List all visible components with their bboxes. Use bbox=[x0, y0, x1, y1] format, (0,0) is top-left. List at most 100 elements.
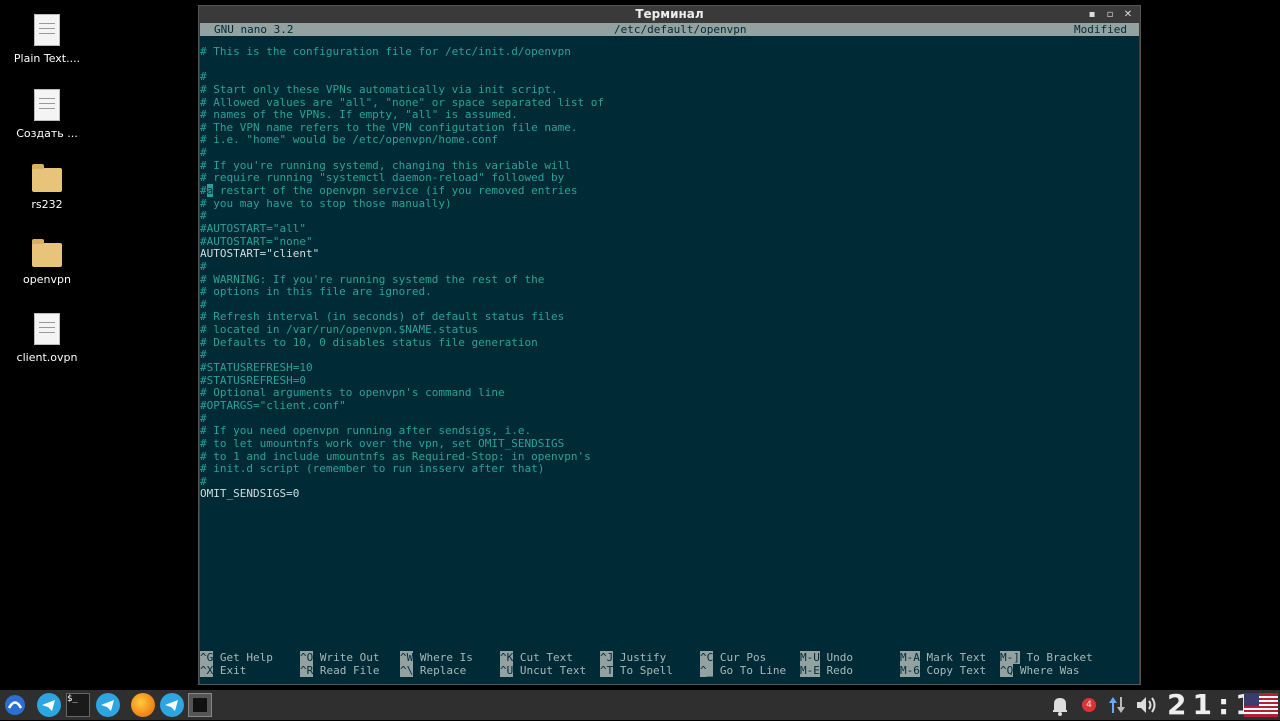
shortcut-label: Cut Text bbox=[519, 651, 573, 664]
shortcut-label: Mark Text bbox=[926, 651, 987, 664]
minimize-button[interactable]: ▪ bbox=[1084, 6, 1100, 23]
text-cursor: a bbox=[206, 184, 214, 198]
shortcut-label: Replace bbox=[419, 664, 467, 677]
text-file-icon bbox=[34, 14, 60, 46]
text-file-icon bbox=[34, 313, 60, 345]
desktop-icon-plain-text[interactable]: Plain Text.... bbox=[0, 14, 94, 65]
shortcut-where-is[interactable]: ^W Where Is bbox=[400, 651, 473, 665]
shortcut-justify[interactable]: ^J Justify bbox=[600, 651, 667, 665]
shortcut-copy-text[interactable]: M-6 Copy Text bbox=[900, 664, 986, 678]
shortcut-cut-text[interactable]: ^K Cut Text bbox=[500, 651, 573, 665]
shortcut-key: ^O bbox=[300, 651, 314, 664]
shortcut-where-was[interactable]: ^Q Where Was bbox=[1000, 664, 1080, 678]
editor-line: # bbox=[200, 259, 207, 273]
close-button[interactable]: ✕ bbox=[1120, 6, 1136, 23]
editor-text-area[interactable]: # This is the configuration file for /et… bbox=[200, 45, 604, 501]
shortcut-key: ^X bbox=[200, 664, 214, 677]
shortcut-read-file[interactable]: ^R Read File bbox=[300, 664, 380, 678]
desktop-icon-rs232[interactable]: rs232 bbox=[0, 164, 94, 211]
nano-filename: /etc/default/openvpn bbox=[614, 23, 747, 36]
editor-line: # names of the VPNs. If empty, "all" is … bbox=[200, 108, 518, 122]
desktop-icon-openvpn[interactable]: openvpn bbox=[0, 239, 94, 286]
us-flag-icon[interactable] bbox=[1244, 693, 1278, 717]
editor-line: # you may have to stop those manually) bbox=[200, 196, 452, 210]
nano-editor[interactable]: GNU nano 3.2 /etc/default/openvpn Modifi… bbox=[200, 23, 1139, 684]
editor-line: #AUTOSTART="all" bbox=[200, 221, 306, 235]
editor-line: OMIT_SENDSIGS=0 bbox=[200, 487, 300, 501]
editor-line: # init.d script (remember to run insserv… bbox=[200, 462, 545, 476]
shortcut-label: To Bracket bbox=[1026, 651, 1093, 664]
shortcut-label: Exit bbox=[219, 664, 247, 677]
network-icon[interactable] bbox=[1105, 693, 1129, 717]
firefox-icon[interactable] bbox=[131, 693, 155, 717]
notification-bell-icon[interactable] bbox=[1048, 693, 1072, 717]
shortcut-go-to-line[interactable]: ^_ Go To Line bbox=[700, 664, 786, 678]
shortcut-key: ^C bbox=[700, 651, 714, 664]
shortcut-label: Read File bbox=[319, 664, 380, 677]
shortcut-to-spell[interactable]: ^T To Spell bbox=[600, 664, 673, 678]
menu-icon bbox=[5, 695, 25, 715]
start-menu-button[interactable] bbox=[3, 693, 27, 717]
shortcut-key: ^W bbox=[400, 651, 414, 664]
shortcut-to-bracket[interactable]: M-] To Bracket bbox=[1000, 651, 1093, 665]
shortcut-label: Undo bbox=[826, 651, 854, 664]
folder-icon bbox=[32, 239, 62, 267]
shortcut-undo[interactable]: M-U Undo bbox=[800, 651, 854, 665]
telegram-icon[interactable] bbox=[160, 693, 184, 717]
shortcut-get-help[interactable]: ^G Get Help bbox=[200, 651, 273, 665]
shortcut-label: Uncut Text bbox=[519, 664, 587, 677]
shortcut-key: M-E bbox=[800, 664, 820, 677]
shortcut-key: M-U bbox=[800, 651, 820, 664]
shortcut-key: ^G bbox=[200, 651, 214, 664]
desktop-icon-label: rs232 bbox=[31, 198, 63, 211]
editor-line: #OPTARGS="client.conf" bbox=[200, 398, 346, 412]
desktop-icon-label: Plain Text.... bbox=[13, 52, 81, 65]
text-file-icon bbox=[34, 89, 60, 121]
editor-line: # located in /var/run/openvpn.$NAME.stat… bbox=[200, 323, 479, 337]
shortcut-key: M-6 bbox=[900, 664, 920, 677]
editor-line: # This is the configuration file for /et… bbox=[200, 45, 571, 58]
shortcut-label: Get Help bbox=[219, 651, 273, 664]
shortcut-label: Redo bbox=[826, 664, 854, 677]
shortcut-replace[interactable]: ^\ Replace bbox=[400, 664, 467, 678]
shortcut-key: ^R bbox=[300, 664, 314, 677]
editor-line: # bbox=[200, 146, 207, 160]
desktop-icon-create[interactable]: Создать ... bbox=[0, 89, 94, 140]
shortcut-label: Justify bbox=[619, 651, 667, 664]
shortcut-key: M-] bbox=[1000, 651, 1020, 664]
window-titlebar[interactable]: Терминал ▪ ▫ ✕ bbox=[199, 6, 1140, 23]
editor-line: # options in this file are ignored. bbox=[200, 285, 432, 299]
nano-shortcut-bar: ^G Get Help ^O Write Out ^W Where Is ^K Cut… bbox=[200, 651, 1139, 680]
editor-line: # i.e. "home" would be /etc/openvpn/home… bbox=[200, 133, 499, 147]
maximize-button[interactable]: ▫ bbox=[1102, 6, 1118, 23]
desktop-icon-client-ovpn[interactable]: client.ovpn bbox=[0, 313, 94, 364]
terminal-window: Терминал ▪ ▫ ✕ GNU nano 3.2 /etc/default… bbox=[198, 5, 1141, 685]
shortcut-write-out[interactable]: ^O Write Out bbox=[300, 651, 379, 665]
desktop-icon-label: Создать ... bbox=[16, 127, 78, 140]
shortcut-exit[interactable]: ^X Exit bbox=[200, 664, 247, 678]
shortcut-key: ^_ bbox=[700, 664, 714, 677]
shortcut-uncut-text[interactable]: ^U Uncut Text bbox=[500, 664, 587, 678]
shortcut-label: To Spell bbox=[619, 664, 673, 677]
shortcut-key: ^T bbox=[600, 664, 614, 677]
shortcut-mark-text[interactable]: M-A Mark Text bbox=[900, 651, 987, 665]
editor-line: # Defaults to 10, 0 disables status file… bbox=[200, 335, 538, 349]
terminal-icon[interactable] bbox=[188, 693, 212, 717]
volume-icon[interactable] bbox=[1134, 693, 1158, 717]
shortcut-label: Where Was bbox=[1019, 664, 1080, 677]
shortcut-redo[interactable]: M-E Redo bbox=[800, 664, 854, 678]
taskbar: $_ 4 21:12 bbox=[0, 688, 1280, 721]
folder-icon bbox=[32, 164, 62, 192]
telegram-icon[interactable] bbox=[96, 693, 120, 717]
window-title: Терминал bbox=[635, 7, 704, 21]
shortcut-key: ^Q bbox=[1000, 664, 1014, 677]
desktop-icon-label: client.ovpn bbox=[16, 351, 78, 364]
telegram-icon[interactable] bbox=[37, 693, 61, 717]
terminal-icon[interactable]: $_ bbox=[66, 693, 90, 717]
editor-line: # to let umountnfs work over the vpn, se… bbox=[200, 436, 565, 450]
shortcut-label: Cur Pos bbox=[719, 651, 767, 664]
shortcut-key: ^J bbox=[600, 651, 614, 664]
editor-line: AUTOSTART="client" bbox=[200, 247, 320, 261]
shortcut-cur-pos[interactable]: ^C Cur Pos bbox=[700, 651, 767, 665]
